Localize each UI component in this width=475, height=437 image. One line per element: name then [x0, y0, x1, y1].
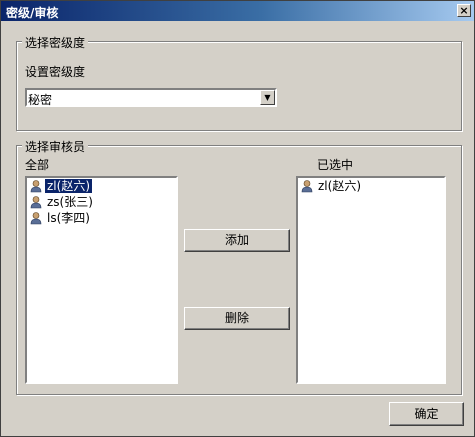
all-list-label: 全部 — [25, 158, 50, 172]
list-item-label: zl(赵六) — [318, 179, 361, 193]
close-button[interactable]: × — [457, 4, 471, 17]
list-item[interactable]: ls(李四) — [27, 210, 176, 226]
list-item[interactable]: zl(赵六) — [27, 178, 176, 194]
dialog-window: 密级/审核 × 选择密级度 设置密级度 秘密 ▼ 选择审核员 全部 已选中 zl… — [0, 0, 475, 437]
ok-button[interactable]: 确定 — [389, 402, 464, 426]
security-level-value: 秘密 — [28, 93, 53, 107]
selected-reviewers-list[interactable]: zl(赵六) — [296, 176, 446, 384]
list-item[interactable]: zs(张三) — [27, 194, 176, 210]
add-button[interactable]: 添加 — [184, 229, 290, 252]
dropdown-arrow-icon[interactable]: ▼ — [260, 90, 275, 105]
security-level-group: 选择密级度 — [16, 34, 462, 131]
user-icon — [301, 180, 313, 193]
user-icon — [30, 180, 42, 193]
all-reviewers-list[interactable]: zl(赵六) zs(张三) ls(李四) — [25, 176, 178, 384]
security-field-label: 设置密级度 — [25, 65, 86, 79]
security-level-select[interactable]: 秘密 ▼ — [25, 88, 277, 107]
remove-button[interactable]: 删除 — [184, 307, 290, 330]
user-icon — [30, 196, 42, 209]
reviewer-group-legend: 选择审核员 — [22, 138, 89, 155]
security-group-legend: 选择密级度 — [22, 34, 89, 51]
user-icon — [30, 212, 42, 225]
list-item[interactable]: zl(赵六) — [298, 178, 444, 194]
selected-list-label: 已选中 — [317, 158, 354, 172]
window-title: 密级/审核 — [6, 6, 59, 20]
title-bar[interactable]: 密级/审核 × — [1, 1, 474, 21]
list-item-label: zs(张三) — [47, 195, 93, 209]
list-item-label: ls(李四) — [47, 211, 90, 225]
list-item-label: zl(赵六) — [45, 179, 92, 193]
